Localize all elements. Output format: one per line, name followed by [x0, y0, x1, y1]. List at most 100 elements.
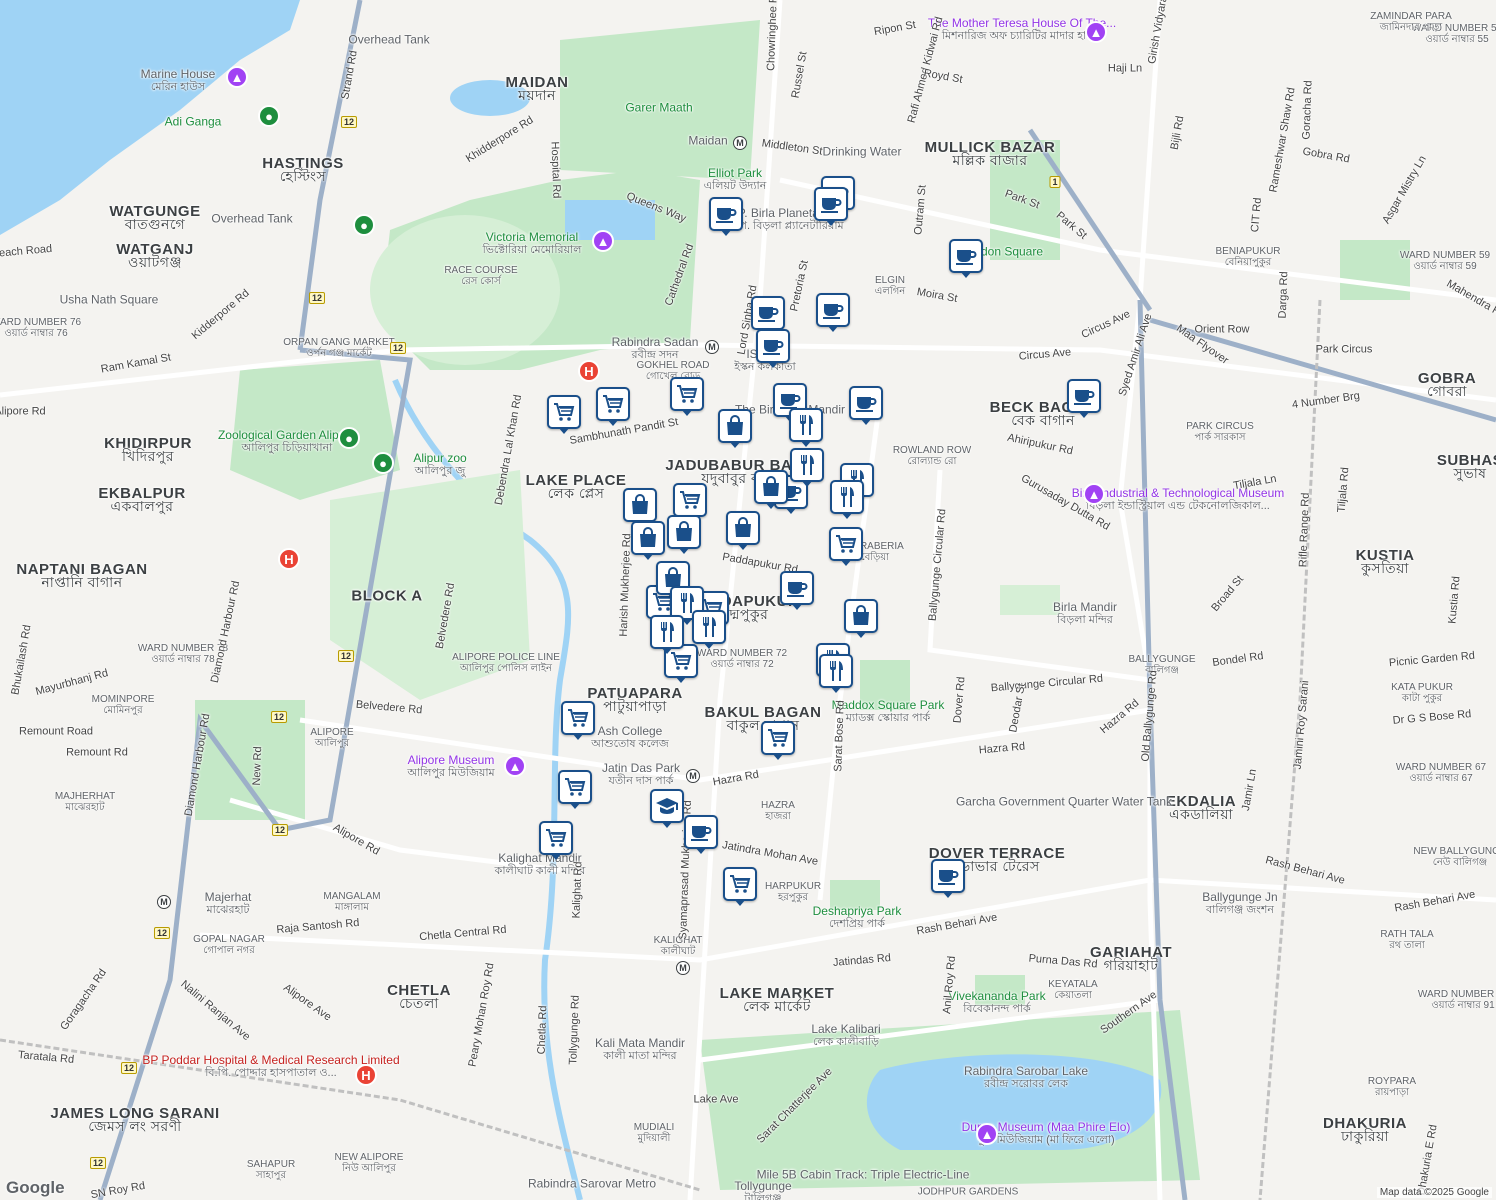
label-text: Deshapriya Park: [812, 904, 902, 918]
school-icon[interactable]: [650, 789, 684, 828]
cafe-icon[interactable]: [816, 293, 850, 332]
museum-icon[interactable]: ▲: [504, 755, 526, 777]
label-subtext: মোমিনপুর: [103, 705, 143, 716]
metro-icon[interactable]: M: [733, 136, 747, 150]
park-icon[interactable]: ●: [353, 214, 375, 236]
metro-icon[interactable]: M: [686, 769, 700, 783]
label-text: Zoological Garden Alipore: [217, 428, 357, 442]
restaurant-icon[interactable]: [650, 615, 684, 654]
label-text: Rabindra Sarobar Lake: [963, 1064, 1089, 1078]
poi-label[interactable]: Jatin Das Park যতীন দাস পার্ক: [602, 762, 680, 788]
cafe-icon[interactable]: [780, 571, 814, 610]
museum-icon[interactable]: ▲: [976, 1123, 998, 1145]
poi-label[interactable]: Rabindra Sarovar Metro: [528, 1177, 656, 1191]
poi-label[interactable]: Ballygunge Jn বালিগঞ্জ জংশন: [1202, 891, 1277, 917]
museum-icon[interactable]: ▲: [592, 230, 614, 252]
poi-label[interactable]: Garer Maath: [625, 101, 692, 115]
poi-label[interactable]: Garcha Government Quarter Water Tank: [956, 795, 1172, 809]
cafe-icon[interactable]: [814, 187, 848, 226]
restaurant-icon[interactable]: [692, 610, 726, 649]
shopping-cart-icon[interactable]: [673, 483, 707, 522]
zoo-icon[interactable]: ●: [338, 427, 360, 449]
area-label: SUBHASসুভাষ: [1437, 453, 1496, 480]
map-attribution[interactable]: Map data ©2025 Google: [1376, 1187, 1492, 1198]
label-subtext: আলিপুর মিউজিয়াম: [407, 767, 495, 779]
shopping-cart-icon[interactable]: [723, 867, 757, 906]
metro-icon[interactable]: M: [705, 340, 719, 354]
label-text: KEYATALA: [1048, 979, 1098, 990]
cafe-icon[interactable]: [751, 296, 785, 335]
poi-label[interactable]: Marine House মেরিন হাউস: [141, 68, 216, 94]
museum-icon[interactable]: ▲: [226, 66, 248, 88]
shopping-bag-icon[interactable]: [754, 470, 788, 509]
poi-label[interactable]: Elliot Park এলিয়ট উদ্যান: [704, 167, 767, 193]
poi-label[interactable]: Tollygunge টালিগঞ্জ: [734, 1180, 791, 1200]
street-label: Lake Ave: [693, 1093, 739, 1106]
shopping-bag-icon[interactable]: [844, 599, 878, 638]
label-subtext: ওয়ার্ড নাম্বার 55: [1425, 34, 1489, 45]
park-icon[interactable]: ●: [258, 105, 280, 127]
poi-label[interactable]: Majerhat মাঝেরহাট: [205, 891, 252, 917]
shopping-cart-icon[interactable]: [761, 721, 795, 760]
poi-label[interactable]: Zoological Garden Alipore আলিপুর চিড়িয়া…: [218, 429, 356, 455]
shopping-cart-icon[interactable]: [596, 387, 630, 426]
poi-label[interactable]: Usha Nath Square: [60, 293, 159, 307]
shopping-bag-icon[interactable]: [718, 409, 752, 448]
poi-label[interactable]: Maidan: [688, 134, 727, 148]
map-canvas[interactable]: MAIDAN ময়দান HASTINGS হেস্টিংস WATGUNGE বাতগ…: [0, 0, 1496, 1200]
poi-label[interactable]: Victoria Memorial ভিক্টোরিয়া মেমোরিয়াল: [483, 231, 582, 257]
museum-icon[interactable]: ▲: [1083, 483, 1105, 505]
locality-label: WARD NUMBER 76ওয়ার্ড নাম্বার 76: [0, 317, 81, 339]
shopping-bag-icon[interactable]: [623, 488, 657, 527]
label-subtext: রায়পাড়া: [1374, 1087, 1410, 1098]
poi-label[interactable]: Alipur zoo আলিপুর জু: [413, 452, 466, 478]
shopping-cart-icon[interactable]: [558, 770, 592, 809]
metro-icon[interactable]: M: [157, 895, 171, 909]
metro-icon[interactable]: M: [676, 961, 690, 975]
cafe-icon[interactable]: [849, 386, 883, 425]
poi-label[interactable]: Overhead Tank: [211, 211, 293, 226]
poi-label[interactable]: Rabindra Sadan রবীন্দ্র সদন: [612, 336, 699, 362]
shopping-bag-icon[interactable]: [726, 511, 760, 550]
restaurant-icon[interactable]: [789, 408, 823, 447]
label-text: Overhead Tank: [211, 211, 293, 226]
poi-label[interactable]: Deshapriya Park দেশপ্রিয় পার্ক: [813, 905, 902, 931]
poi-label[interactable]: Lake Kalibari লেক কালীবাড়ি: [811, 1023, 880, 1049]
restaurant-icon[interactable]: [830, 480, 864, 519]
poi-label[interactable]: Ash College আশুতোষ কলেজ: [591, 725, 668, 751]
hospital-icon[interactable]: H: [578, 360, 600, 382]
poi-label[interactable]: Mile 5B Cabin Track: Triple Electric-Lin…: [757, 1168, 970, 1182]
cafe-icon[interactable]: [756, 329, 790, 368]
poi-label[interactable]: Adi Ganga: [165, 115, 222, 129]
cafe-icon[interactable]: [1067, 379, 1101, 418]
shopping-cart-icon[interactable]: [561, 701, 595, 740]
zoo-icon[interactable]: ●: [372, 452, 394, 474]
hospital-icon[interactable]: H: [355, 1064, 377, 1086]
poi-label[interactable]: Vivekananda Park বিবেকানন্দ পার্ক: [948, 990, 1045, 1016]
label-subtext: সাহাপুর: [256, 1170, 286, 1181]
poi-label[interactable]: Maddox Square Park ম্যাডক্স স্কোয়ার পার্…: [832, 699, 945, 725]
street-label: Hospital Rd: [548, 141, 563, 199]
cafe-icon[interactable]: [931, 859, 965, 898]
poi-label[interactable]: Drinking Water: [822, 144, 902, 159]
label-text: Drinking Water: [822, 144, 902, 159]
poi-label[interactable]: Overhead Tank: [348, 33, 429, 47]
hospital-icon[interactable]: H: [278, 548, 300, 570]
cafe-icon[interactable]: [684, 815, 718, 854]
shopping-cart-icon[interactable]: [829, 527, 863, 566]
poi-label[interactable]: Rabindra Sarobar Lake রবীন্দ্র সরোবর লেক: [964, 1065, 1088, 1091]
poi-label[interactable]: Kali Mata Mandir কালী মাতা মন্দির: [595, 1037, 685, 1063]
shopping-cart-icon[interactable]: [670, 377, 704, 416]
cafe-icon[interactable]: [949, 239, 983, 278]
poi-label[interactable]: Birla Mandir বিড়লা মন্দির: [1053, 601, 1117, 627]
area-label: WATGANJ ওয়াটগঞ্জ: [116, 242, 193, 269]
museum-icon[interactable]: ▲: [1085, 21, 1107, 43]
shopping-cart-icon[interactable]: [547, 395, 581, 434]
shopping-cart-icon[interactable]: [539, 821, 573, 860]
cafe-icon[interactable]: [709, 197, 743, 236]
shopping-bag-icon[interactable]: [667, 515, 701, 554]
restaurant-icon[interactable]: [790, 448, 824, 487]
shopping-bag-icon[interactable]: [631, 521, 665, 560]
poi-label[interactable]: Alipore Museum আলিপুর মিউজিয়াম: [407, 754, 494, 780]
restaurant-icon[interactable]: [819, 654, 853, 693]
